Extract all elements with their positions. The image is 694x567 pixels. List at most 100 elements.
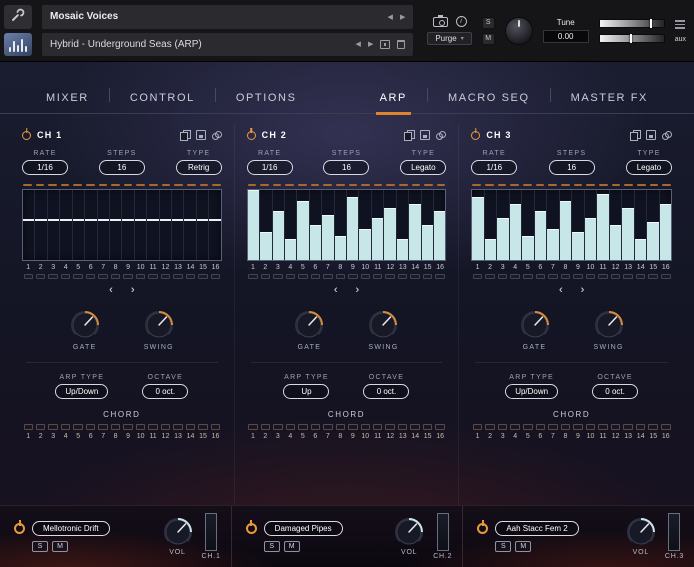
step-checkbox[interactable]: [610, 424, 621, 430]
octave-select[interactable]: 0 oct.: [363, 384, 410, 399]
step-checkbox[interactable]: [635, 424, 646, 430]
seq-step[interactable]: [147, 190, 160, 260]
type-select[interactable]: Legato: [400, 160, 447, 175]
seq-step[interactable]: [634, 190, 648, 260]
seq-step[interactable]: [72, 190, 86, 260]
step-checkbox[interactable]: [610, 274, 621, 279]
swing-knob[interactable]: [144, 310, 174, 340]
step-checkbox[interactable]: [661, 424, 671, 430]
seq-step[interactable]: [472, 190, 485, 260]
step-checkbox[interactable]: [135, 424, 146, 430]
step-checkbox[interactable]: [23, 424, 33, 430]
step-checkbox[interactable]: [198, 274, 208, 279]
step-checkbox[interactable]: [598, 424, 608, 430]
step-checkbox[interactable]: [273, 274, 283, 279]
step-checkbox[interactable]: [360, 424, 370, 430]
step-checkbox[interactable]: [472, 274, 483, 279]
step-checkbox[interactable]: [560, 274, 571, 279]
step-checkbox[interactable]: [535, 274, 546, 279]
camera-icon[interactable]: [432, 14, 448, 27]
step-checkbox[interactable]: [648, 424, 659, 430]
seq-step[interactable]: [159, 190, 173, 260]
step-checkbox[interactable]: [661, 274, 671, 279]
step-checkbox[interactable]: [160, 274, 171, 279]
seq-step[interactable]: [522, 190, 535, 260]
gate-knob[interactable]: [520, 310, 550, 340]
patch-name[interactable]: Mellotronic Drift: [32, 521, 110, 536]
step-checkbox[interactable]: [523, 274, 533, 279]
step-checkbox[interactable]: [585, 274, 596, 279]
seq-step[interactable]: [547, 190, 560, 260]
step-checkbox[interactable]: [23, 274, 33, 279]
step-checkbox[interactable]: [410, 274, 420, 279]
header-mute-button[interactable]: M: [481, 32, 495, 45]
seq-step[interactable]: [484, 190, 498, 260]
step-checkbox[interactable]: [548, 424, 558, 430]
aux-button[interactable]: aux: [675, 36, 686, 43]
steps-select[interactable]: 16: [548, 160, 595, 175]
step-checkbox[interactable]: [85, 424, 96, 430]
save-icon[interactable]: [195, 130, 206, 140]
rate-select[interactable]: 1/16: [22, 160, 68, 175]
channel-power-button[interactable]: [246, 130, 256, 140]
pattern-next-chevron[interactable]: ›: [581, 284, 585, 296]
swing-knob[interactable]: [594, 310, 624, 340]
pattern-prev-chevron[interactable]: ‹: [559, 284, 563, 296]
octave-select[interactable]: 0 oct.: [592, 384, 639, 399]
step-checkbox[interactable]: [210, 274, 221, 279]
tab-control[interactable]: CONTROL: [110, 83, 215, 113]
step-checkbox[interactable]: [248, 424, 258, 430]
seq-step[interactable]: [109, 190, 123, 260]
step-checkbox[interactable]: [598, 274, 608, 279]
volume-knob[interactable]: [394, 517, 424, 547]
step-checkbox[interactable]: [510, 274, 520, 279]
step-checkbox[interactable]: [623, 424, 633, 430]
step-checkbox[interactable]: [485, 424, 495, 430]
step-checkbox[interactable]: [173, 274, 183, 279]
step-checkbox[interactable]: [573, 424, 583, 430]
seq-step[interactable]: [347, 190, 360, 260]
step-checkbox[interactable]: [123, 274, 133, 279]
step-checkbox[interactable]: [397, 424, 408, 430]
save-snapshot-icon[interactable]: [380, 39, 391, 49]
step-checkbox[interactable]: [273, 424, 283, 430]
pattern-next-chevron[interactable]: ›: [355, 284, 359, 296]
step-checkbox[interactable]: [98, 424, 108, 430]
step-checkbox[interactable]: [35, 424, 46, 430]
solo-button[interactable]: S: [495, 541, 512, 552]
step-checkbox[interactable]: [98, 274, 108, 279]
strip-power-button[interactable]: [245, 523, 257, 534]
step-checkbox[interactable]: [285, 274, 296, 279]
step-checkbox[interactable]: [110, 424, 121, 430]
step-checkbox[interactable]: [185, 274, 196, 279]
step-checkbox[interactable]: [335, 424, 346, 430]
step-checkbox[interactable]: [48, 424, 58, 430]
step-checkbox[interactable]: [60, 274, 71, 279]
arp-type-select[interactable]: Up/Down: [505, 384, 559, 399]
step-sequencer[interactable]: [246, 189, 447, 261]
tab-arp[interactable]: ARP: [360, 83, 427, 115]
save-icon[interactable]: [420, 130, 431, 140]
menu-icon[interactable]: [675, 18, 686, 31]
step-checkbox[interactable]: [573, 274, 583, 279]
arp-type-select[interactable]: Up/Down: [55, 384, 109, 399]
seq-step[interactable]: [597, 190, 610, 260]
copy-icon[interactable]: [179, 130, 191, 141]
step-sequencer[interactable]: [22, 189, 222, 261]
pattern-prev-chevron[interactable]: ‹: [334, 284, 338, 296]
step-checkbox[interactable]: [422, 274, 433, 279]
step-checkbox[interactable]: [160, 424, 171, 430]
step-checkbox[interactable]: [360, 274, 370, 279]
step-checkbox[interactable]: [548, 274, 558, 279]
tune-knob[interactable]: [504, 16, 533, 45]
gate-knob[interactable]: [294, 310, 324, 340]
step-checkbox[interactable]: [73, 274, 83, 279]
step-checkbox[interactable]: [198, 424, 208, 430]
pattern-prev-chevron[interactable]: ‹: [109, 284, 113, 296]
solo-button[interactable]: S: [263, 541, 280, 552]
seq-step[interactable]: [647, 190, 660, 260]
step-checkbox[interactable]: [585, 424, 596, 430]
tune-value-field[interactable]: 0.00: [542, 30, 589, 43]
pattern-next-chevron[interactable]: ›: [131, 284, 135, 296]
step-checkbox[interactable]: [148, 274, 158, 279]
